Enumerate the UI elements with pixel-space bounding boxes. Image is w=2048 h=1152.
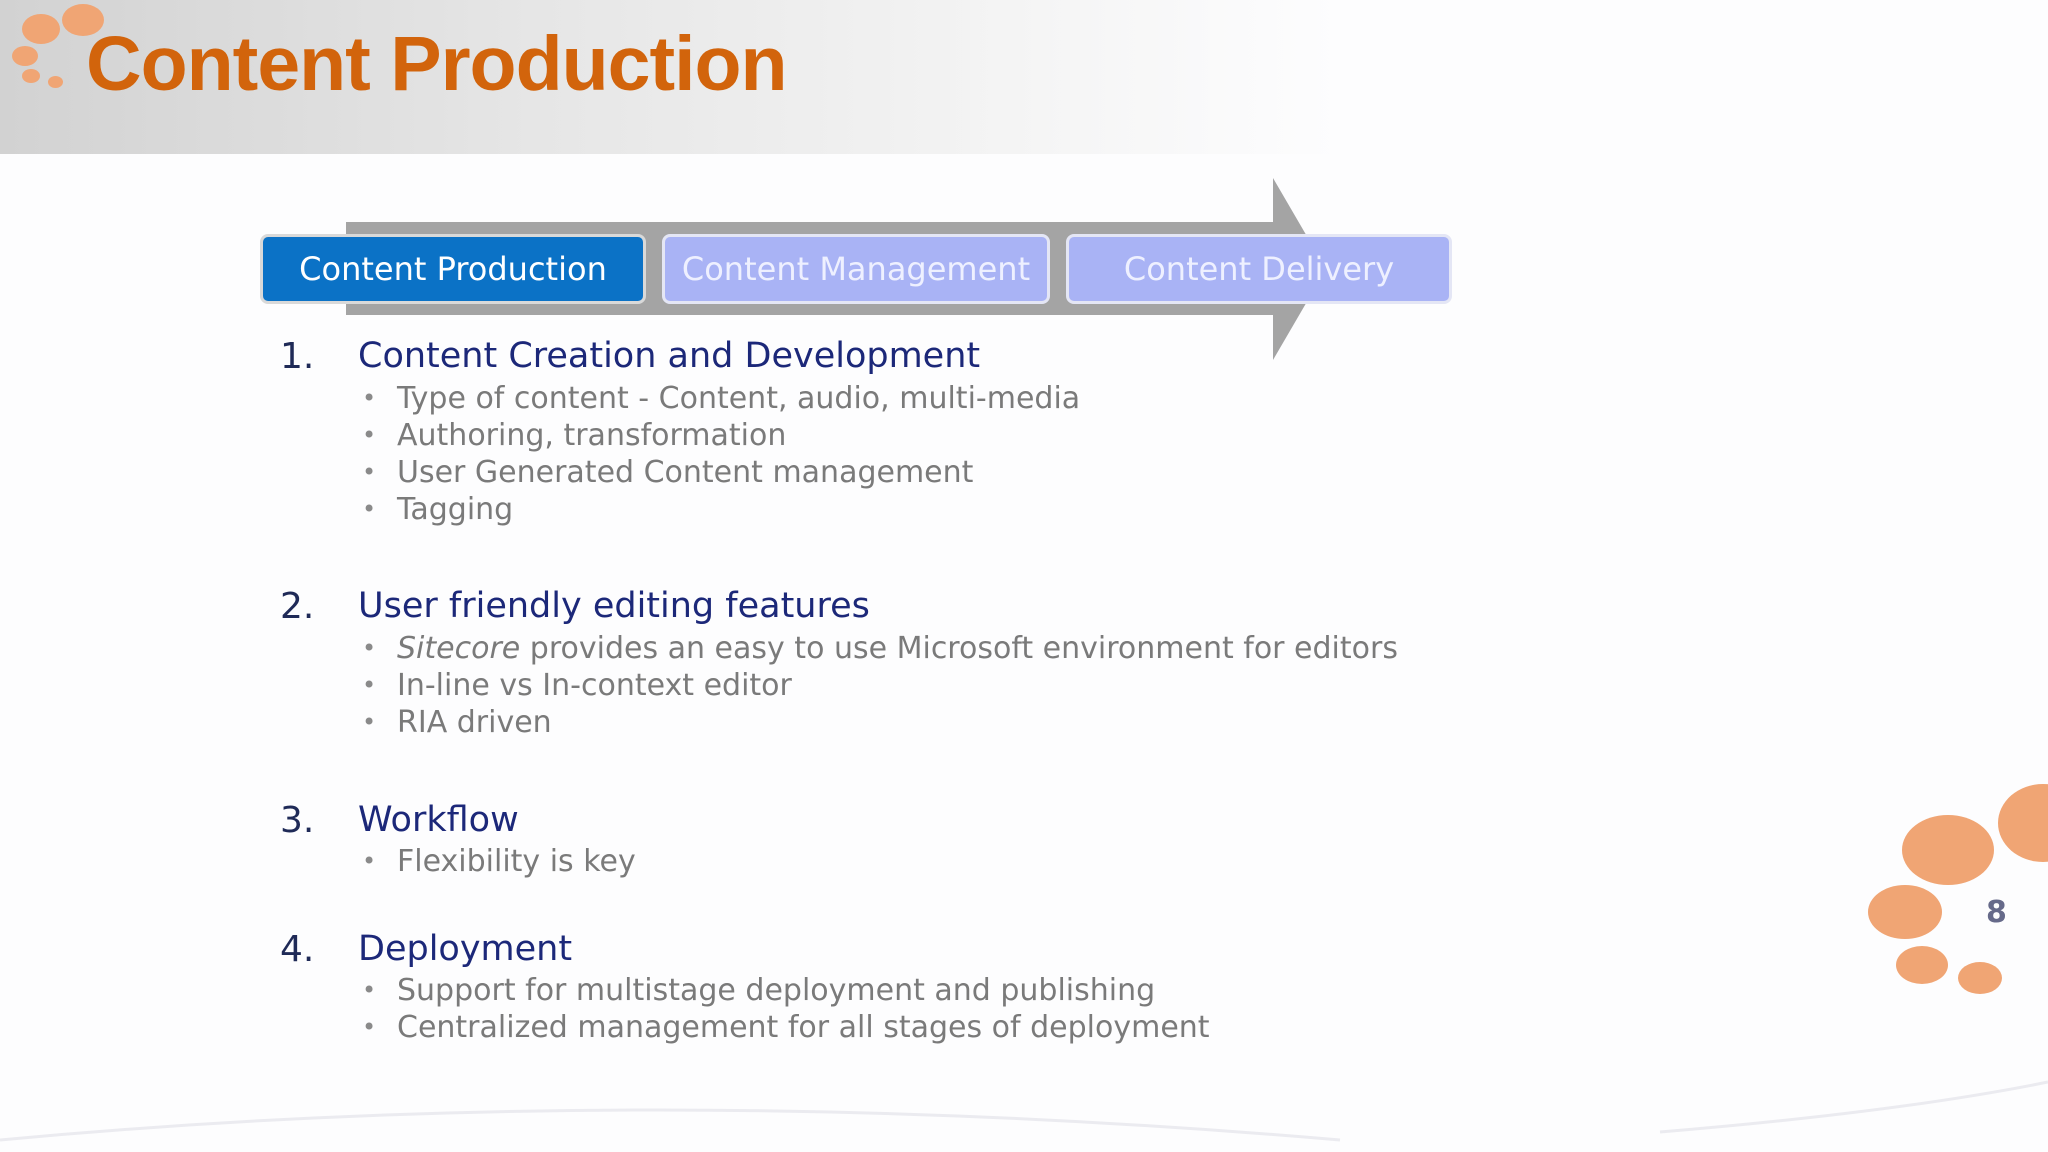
bullet-item: Authoring, transformation (360, 417, 1080, 454)
decorative-curve (0, 1080, 2048, 1142)
bullet-item: Support for multistage deployment and pu… (360, 972, 1210, 1009)
page-number: 8 (1986, 895, 2007, 930)
bullet-list: Flexibility is key (360, 843, 636, 880)
section-title: Deployment (358, 929, 573, 969)
section-title: User friendly editing features (358, 586, 870, 626)
bullet-item: Sitecore provides an easy to use Microso… (360, 630, 1398, 667)
flow-step-content-production: Content Production (260, 234, 646, 304)
section-number: 3. (280, 800, 315, 841)
bullet-item: Flexibility is key (360, 843, 636, 880)
bullet-item: Type of content - Content, audio, multi-… (360, 380, 1080, 417)
section-number: 4. (280, 929, 315, 970)
section-title: Content Creation and Development (358, 336, 981, 376)
section-title: Workflow (358, 800, 519, 840)
bullet-emphasis: Sitecore (397, 631, 521, 666)
bullet-list: Type of content - Content, audio, multi-… (360, 380, 1080, 528)
section-number: 2. (280, 586, 315, 627)
section-number: 1. (280, 336, 315, 377)
bullet-list: Support for multistage deployment and pu… (360, 972, 1210, 1046)
bullet-item: In-line vs In-context editor (360, 667, 1398, 704)
bullet-item: Centralized management for all stages of… (360, 1009, 1210, 1046)
bullet-list: Sitecore provides an easy to use Microso… (360, 630, 1398, 741)
bullet-item: RIA driven (360, 704, 1398, 741)
bullet-text: provides an easy to use Microsoft enviro… (520, 631, 1398, 666)
flow-step-content-management: Content Management (662, 234, 1050, 304)
bullet-item: Tagging (360, 491, 1080, 528)
flow-step-content-delivery: Content Delivery (1066, 234, 1452, 304)
bullet-item: User Generated Content management (360, 454, 1080, 491)
